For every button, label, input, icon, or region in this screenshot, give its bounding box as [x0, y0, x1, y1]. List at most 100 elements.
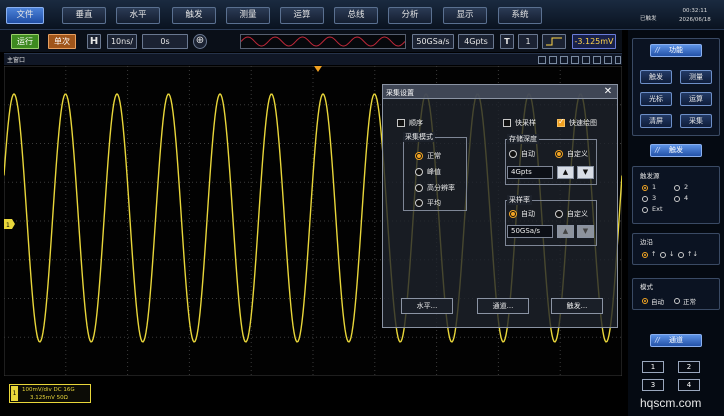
menu-trigger[interactable]: 触发	[172, 7, 216, 24]
memory-depth-up-icon[interactable]: ▲	[557, 166, 574, 179]
menu-math[interactable]: 运算	[280, 7, 324, 24]
func-clear-button[interactable]: 清屏	[640, 114, 672, 128]
func-acquire-button[interactable]: 采集	[680, 114, 712, 128]
main-window-titlebar: 主窗口	[4, 53, 622, 65]
clock-date: 2026/06/18	[679, 17, 711, 23]
channel-header: 通道	[650, 334, 702, 347]
memory-depth-custom-label: 自定义	[567, 150, 588, 158]
sample-rate-field[interactable]: 50GSa/s	[507, 225, 553, 238]
zoom-plus-icon[interactable]: ⊕	[193, 34, 207, 49]
acq-mode-average-radio[interactable]	[415, 199, 423, 207]
menu-file[interactable]: 文件	[6, 7, 44, 24]
waveform-overview[interactable]	[240, 34, 406, 49]
channel-2-button[interactable]: 2	[678, 361, 700, 373]
memory-depth-auto-radio[interactable]	[509, 150, 517, 158]
menu-vertical[interactable]: 垂直	[62, 7, 106, 24]
source-4-radio[interactable]	[674, 196, 680, 202]
sample-rate-auto-label: 自动	[521, 210, 535, 218]
mode-normal-radio[interactable]	[674, 298, 680, 304]
func-cursor-button[interactable]: 光标	[640, 92, 672, 106]
trigger-source-label: 触发源	[640, 172, 660, 180]
source-4-label: 4	[684, 194, 689, 202]
channel-offset: 3.125mV 50Ω	[30, 395, 68, 401]
source-3-radio[interactable]	[642, 196, 648, 202]
acq-mode-peak-radio[interactable]	[415, 168, 423, 176]
edge-falling-label: ↓	[669, 250, 675, 258]
layout-icon[interactable]	[593, 56, 601, 64]
channel-1-button[interactable]: 1	[642, 361, 664, 373]
source-1-radio[interactable]	[642, 185, 648, 191]
menu-system[interactable]: 系统	[498, 7, 542, 24]
source-3-label: 3	[652, 194, 657, 202]
edge-label: 边沿	[640, 238, 653, 246]
close-icon[interactable]: ✕	[602, 86, 614, 98]
channel-settings-button[interactable]: 通道...	[477, 298, 529, 314]
menu-measure[interactable]: 测量	[226, 7, 270, 24]
mode-auto-radio[interactable]	[642, 298, 648, 304]
watermark: hqscm.com	[640, 396, 702, 410]
channel-1-marker-label: 1	[6, 222, 10, 229]
layout-icon[interactable]	[538, 56, 546, 64]
acq-mode-peak-label: 峰值	[427, 168, 441, 176]
toolbar: 运行 单次 H 10ns/ 0s ⊕ 50GSa/s 4Gpts T 1 -3.…	[0, 30, 622, 52]
acq-mode-normal-label: 正常	[427, 152, 441, 160]
mode-label: 模式	[640, 283, 653, 291]
edge-both-radio[interactable]	[678, 252, 684, 258]
sample-rate-up-icon[interactable]: ▲	[557, 225, 574, 238]
func-measure-button[interactable]: 测量	[680, 70, 712, 84]
edge-falling-radio[interactable]	[660, 252, 666, 258]
layout-icon[interactable]	[560, 56, 568, 64]
layout-icon[interactable]	[549, 56, 557, 64]
acq-mode-normal-radio[interactable]	[415, 152, 423, 160]
rising-edge-glyph	[546, 37, 562, 46]
edge-both-label: ↑↓	[687, 250, 698, 258]
memory-depth-display[interactable]: 4Gpts	[458, 34, 494, 49]
channel-3-button[interactable]: 3	[642, 379, 664, 391]
trigger-t-button[interactable]: T	[500, 34, 514, 49]
edge-rising-radio[interactable]	[642, 252, 648, 258]
function-header: 功能	[650, 44, 702, 57]
close-icon[interactable]	[615, 56, 621, 64]
source-ext-radio[interactable]	[642, 207, 648, 213]
layout-icon[interactable]	[582, 56, 590, 64]
sequence-checkbox[interactable]	[397, 119, 405, 127]
source-2-radio[interactable]	[674, 185, 680, 191]
sample-rate-display[interactable]: 50GSa/s	[412, 34, 454, 49]
trigger-channel-button[interactable]: 1	[518, 34, 538, 49]
sample-rate-title: 采样率	[507, 195, 532, 205]
memory-depth-field[interactable]: 4Gpts	[507, 166, 553, 179]
layout-icon[interactable]	[604, 56, 612, 64]
channel-1-info[interactable]: 1 100mV/div DC 16G 3.125mV 50Ω	[9, 384, 91, 403]
trigger-settings-button[interactable]: 触发...	[551, 298, 603, 314]
acq-mode-hires-label: 高分辨率	[427, 184, 455, 192]
horizontal-settings-button[interactable]: 水平...	[401, 298, 453, 314]
memory-depth-custom-radio[interactable]	[555, 150, 563, 158]
func-trigger-button[interactable]: 触发	[640, 70, 672, 84]
single-button[interactable]: 单次	[48, 34, 76, 49]
menu-horizontal[interactable]: 水平	[116, 7, 160, 24]
memory-depth-down-icon[interactable]: ▼	[577, 166, 594, 179]
menu-display[interactable]: 显示	[443, 7, 487, 24]
timebase-field[interactable]: 10ns/	[107, 34, 137, 49]
fast-draw-checkbox[interactable]	[557, 117, 565, 127]
menu-bus[interactable]: 总线	[334, 7, 378, 24]
sample-rate-down-icon[interactable]: ▼	[577, 225, 594, 238]
sample-rate-auto-radio[interactable]	[509, 210, 517, 218]
menu-analysis[interactable]: 分析	[388, 7, 432, 24]
edge-rising-icon[interactable]	[542, 34, 566, 49]
channel-4-button[interactable]: 4	[678, 379, 700, 391]
memory-depth-title: 存储深度	[507, 134, 539, 144]
dialog-titlebar: 采集设置 ✕	[383, 85, 617, 99]
overview-wave	[240, 36, 406, 47]
horizontal-button[interactable]: H	[87, 34, 101, 49]
trigger-status: 已触发	[640, 16, 657, 22]
sample-rate-custom-radio[interactable]	[555, 210, 563, 218]
offset-field[interactable]: 0s	[142, 34, 188, 49]
trigger-level-display[interactable]: -3.125mV	[572, 34, 616, 49]
layout-icon[interactable]	[571, 56, 579, 64]
acq-mode-hires-radio[interactable]	[415, 184, 423, 192]
fast-sample-checkbox[interactable]	[503, 119, 511, 127]
acquisition-dialog: 采集设置 ✕ 顺序 快采样 快速绘图 采集模式 正常 峰值 高分辨率 平均 存储…	[382, 84, 618, 328]
func-math-button[interactable]: 运算	[680, 92, 712, 106]
run-button[interactable]: 运行	[11, 34, 39, 49]
